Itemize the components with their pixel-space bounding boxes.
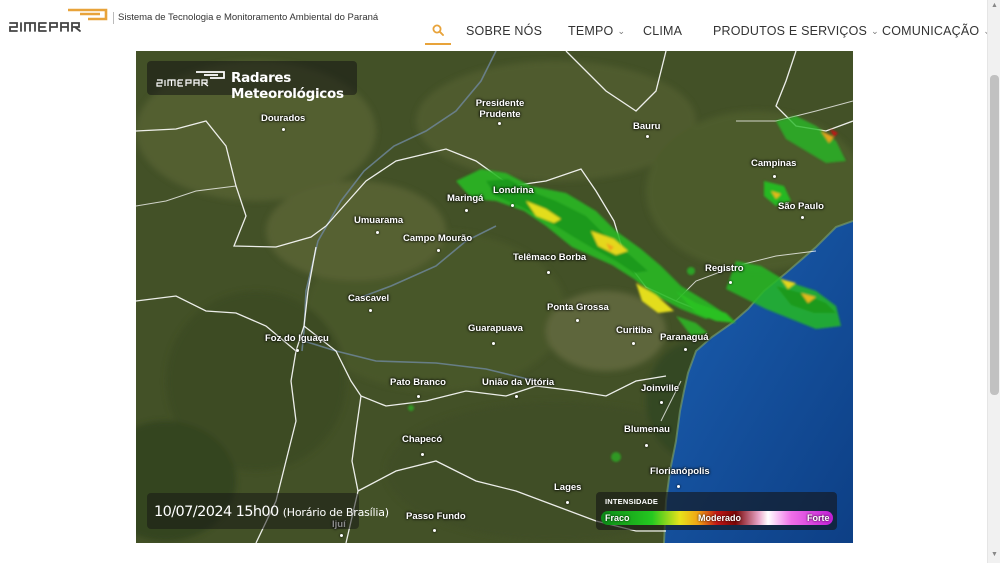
site-header: Sistema de Tecnologia e Monitoramento Am… — [0, 0, 991, 50]
city-label: Bauru — [633, 121, 661, 132]
city-dot — [515, 395, 518, 398]
simepar-logo[interactable] — [8, 5, 108, 33]
nav-sobre-nos[interactable]: SOBRE NÓS — [466, 24, 542, 38]
city-label: Florianópolis — [650, 466, 710, 477]
scroll-thumb[interactable] — [990, 75, 999, 395]
scroll-up-arrow-icon[interactable]: ▲ — [991, 2, 998, 9]
city-dot — [566, 501, 569, 504]
city-dot — [646, 135, 649, 138]
timestamp-panel: 10/07/2024 15h00 (Horário de Brasília) — [147, 493, 389, 529]
city-dot — [576, 319, 579, 322]
city-label: Passo Fundo — [406, 511, 466, 522]
city-label: São Paulo — [778, 201, 824, 212]
city-label: Curitiba — [616, 325, 652, 336]
city-dot — [465, 209, 468, 212]
city-label: Campinas — [751, 158, 797, 169]
nav-clima[interactable]: CLIMA — [643, 24, 682, 38]
scroll-down-arrow-icon[interactable]: ▼ — [991, 551, 998, 558]
city-dot — [632, 342, 635, 345]
city-dot — [421, 453, 424, 456]
simepar-logo — [156, 71, 225, 87]
city-dot — [417, 395, 420, 398]
search-button[interactable] — [425, 17, 451, 45]
nav-tempo[interactable]: TEMPO ⌄ — [568, 24, 625, 38]
timestamp: 10/07/2024 15h00 (Horário de Brasília) — [154, 504, 389, 520]
city-label: Blumenau — [624, 424, 670, 435]
city-dot — [511, 204, 514, 207]
map-terrain — [136, 51, 853, 543]
city-dot — [645, 444, 648, 447]
city-label: Maringá — [447, 193, 484, 204]
city-dot — [376, 231, 379, 234]
legend-mid: Moderado — [698, 513, 742, 523]
timestamp-date: 10/07/2024 15h00 — [154, 504, 279, 520]
chevron-down-icon: ⌄ — [617, 26, 626, 36]
tagline: Sistema de Tecnologia e Monitoramento Am… — [113, 12, 378, 24]
city-label: Umuarama — [354, 215, 404, 226]
city-label: União da Vitória — [482, 377, 555, 388]
city-label: Pato Branco — [390, 377, 446, 388]
nav-produtos-servicos[interactable]: PRODUTOS E SERVIÇOS ⌄ — [713, 24, 879, 38]
city-dot — [547, 271, 550, 274]
city-label: Londrina — [493, 185, 534, 196]
city-label: Foz do Iguaçu — [265, 333, 329, 344]
city-dot — [660, 401, 663, 404]
page-scrollbar[interactable]: ▲ ▼ — [987, 0, 1000, 563]
nav-comunicacao[interactable]: COMUNICAÇÃO⌄ — [882, 24, 991, 38]
chevron-down-icon: ⌄ — [871, 26, 879, 36]
city-label: Dourados — [261, 113, 306, 124]
legend-title: INTENSIDADE — [605, 497, 659, 506]
city-label: Presidente Prudente — [475, 98, 525, 120]
city-dot — [684, 348, 687, 351]
city-dot — [492, 342, 495, 345]
city-dot — [729, 281, 732, 284]
legend-high: Forte — [807, 513, 830, 523]
city-dot — [369, 309, 372, 312]
city-label: Cascavel — [348, 293, 390, 304]
city-label: Paranaguá — [660, 332, 709, 343]
city-dot — [677, 485, 680, 488]
city-label: Guarapuava — [468, 323, 523, 334]
radar-map[interactable]: Radares Meteorológicos Dourados Presiden… — [136, 51, 853, 543]
city-dot — [296, 349, 299, 352]
city-label: Ponta Grossa — [547, 302, 609, 313]
city-dot — [437, 249, 440, 252]
city-label: Chapecó — [402, 434, 443, 445]
page: Sistema de Tecnologia e Monitoramento Am… — [0, 0, 1000, 563]
city-dot — [773, 175, 776, 178]
city-dot — [340, 534, 343, 537]
city-dot — [282, 128, 285, 131]
legend-low: Fraco — [605, 513, 630, 523]
city-label: Joinville — [641, 383, 680, 394]
timestamp-zone: (Horário de Brasília) — [282, 506, 389, 519]
map-title: Radares Meteorológicos — [231, 70, 344, 102]
city-dot — [433, 529, 436, 532]
city-label: Telêmaco Borba — [513, 252, 587, 263]
city-label: Lages — [554, 482, 582, 493]
search-icon — [432, 24, 444, 36]
city-label: Registro — [705, 263, 744, 274]
map-title-panel: Radares Meteorológicos — [147, 61, 357, 102]
city-dot — [801, 216, 804, 219]
city-dot — [498, 122, 501, 125]
intensity-legend: INTENSIDADE Fraco Moderado Forte — [596, 492, 837, 530]
city-label: Campo Mourão — [403, 233, 473, 244]
